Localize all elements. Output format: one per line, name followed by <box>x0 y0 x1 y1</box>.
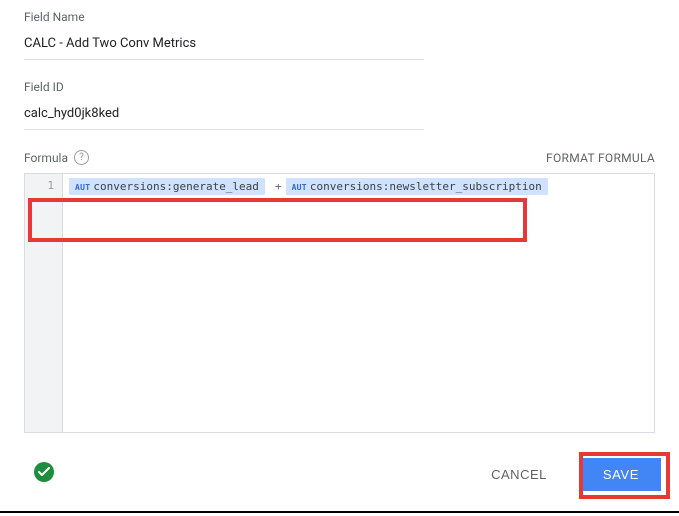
field-name-input[interactable]: CALC - Add Two Conv Metrics <box>24 32 424 60</box>
field-name-label: Field Name <box>24 10 655 24</box>
formula-label: Formula <box>24 151 68 165</box>
formula-editor[interactable]: 1 AUTconversions:generate_lead+AUTconver… <box>24 173 655 433</box>
editor-gutter: 1 <box>25 174 63 432</box>
formula-token[interactable]: AUTconversions:generate_lead <box>69 178 265 195</box>
save-button[interactable]: SAVE <box>581 458 661 491</box>
line-number: 1 <box>25 179 54 192</box>
cancel-button[interactable]: CANCEL <box>475 458 563 491</box>
valid-check-icon <box>34 462 54 482</box>
field-id-input[interactable]: calc_hyd0jk8ked <box>24 102 424 130</box>
operator: + <box>275 180 282 193</box>
formula-token[interactable]: AUTconversions:newsletter_subscription <box>286 178 548 195</box>
help-icon[interactable]: ? <box>74 150 89 165</box>
editor-content[interactable]: AUTconversions:generate_lead + AUTconversi… <box>63 174 654 432</box>
action-bar: CANCEL SAVE <box>0 448 679 513</box>
field-id-label: Field ID <box>24 80 655 94</box>
format-formula-button[interactable]: FORMAT FORMULA <box>546 151 655 165</box>
